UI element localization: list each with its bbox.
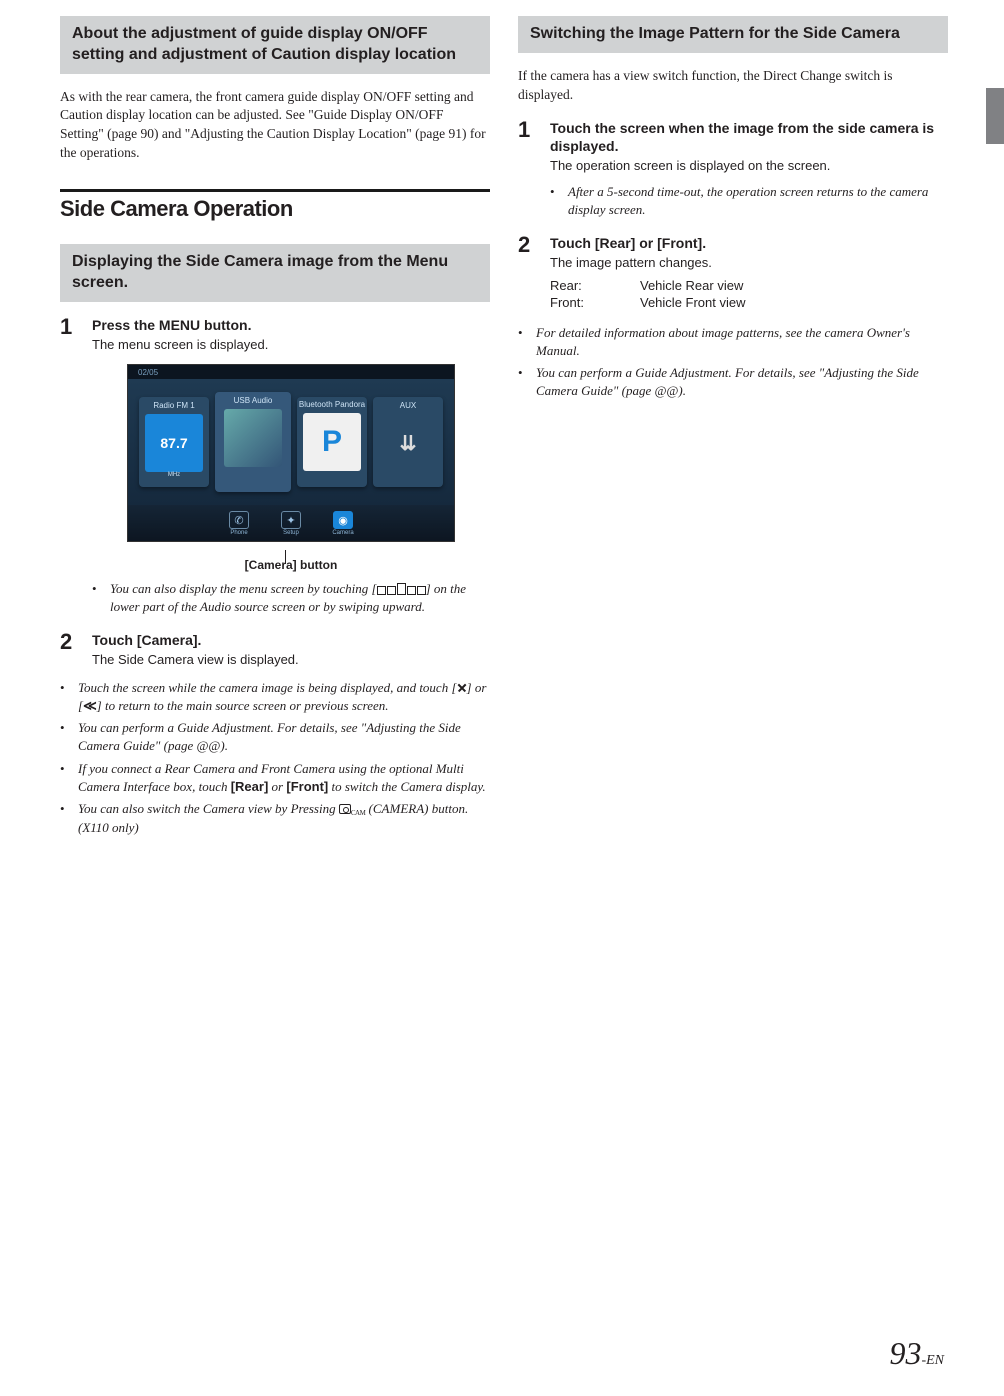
section-side-camera: Side Camera Operation [60,189,490,222]
heading-display-side-camera: Displaying the Side Camera image from th… [60,244,490,302]
right-step-1: 1 Touch the screen when the image from t… [518,119,948,220]
step-2: 2 Touch [Camera]. The Side Camera view i… [60,631,490,669]
right-step2-lead: Touch [Rear] or [Front]. [550,234,948,252]
section-title: Side Camera Operation [60,196,490,222]
close-icon [457,683,467,693]
bottom-icon-setup: ✦Setup [278,511,304,537]
bottom-icon-camera: ◉Camera [330,511,356,537]
def-row-rear: Rear: Vehicle Rear view [550,278,948,293]
menu-screenshot: 02/05 Radio FM 1 87.7 MHz USB Audio [127,364,455,542]
step-1-sub: The menu screen is displayed. [92,336,490,354]
right-bullet-1: • For detailed information about image p… [518,324,948,360]
step-2-sub: The Side Camera view is displayed. [92,651,490,669]
def-row-front: Front: Vehicle Front view [550,295,948,310]
back-icon: ≪ [83,697,97,715]
menu-screenshot-figure: 02/05 Radio FM 1 87.7 MHz USB Audio [92,364,490,542]
para-guide-adjustment: As with the rear camera, the front camer… [60,88,490,164]
step-1: 1 Press the MENU button. The menu screen… [60,316,490,617]
heading-switching-pattern: Switching the Image Pattern for the Side… [518,16,948,53]
tile-usb: USB Audio [215,392,291,492]
right-bullet-2: • You can perform a Guide Adjustment. Fo… [518,364,948,400]
definition-table: Rear: Vehicle Rear view Front: Vehicle F… [550,278,948,310]
callout-label: [Camera] button [92,558,490,572]
tile-aux: AUX ⇊ [373,397,443,487]
left-bullet-3: • If you connect a Rear Camera and Front… [60,760,490,796]
tile-radio: Radio FM 1 87.7 MHz [139,397,209,487]
page-number: 93-EN [889,1335,944,1372]
right-step1-lead: Touch the screen when the image from the… [550,119,948,155]
step-number: 2 [60,631,82,669]
step-number: 1 [60,316,82,617]
right-step1-sub: The operation screen is displayed on the… [550,157,948,175]
para-switching: If the camera has a view switch function… [518,67,948,105]
step-2-lead: Touch [Camera]. [92,631,490,649]
step-number: 1 [518,119,540,220]
step1-note: • You can also display the menu screen b… [92,580,490,616]
left-bullet-2: • You can perform a Guide Adjustment. Fo… [60,719,490,755]
right-step1-note: • After a 5-second time-out, the operati… [550,183,948,219]
camera-icon [339,804,351,814]
right-step2-sub: The image pattern changes. [550,254,948,272]
left-bullet-4: • You can also switch the Camera view by… [60,800,490,837]
track-indicator: 02/05 [138,368,158,377]
left-bullet-1: • Touch the screen while the camera imag… [60,679,490,715]
heading-guide-adjustment: About the adjustment of guide display ON… [60,16,490,74]
left-column: About the adjustment of guide display ON… [60,16,490,837]
step-number: 2 [518,234,540,310]
tile-bluetooth: Bluetooth Pandora P [297,397,367,487]
callout-line [285,550,286,564]
tiles-icon [377,586,426,595]
step-1-lead: Press the MENU button. [92,316,490,334]
bottom-icon-phone: ✆Phone [226,511,252,537]
right-step-2: 2 Touch [Rear] or [Front]. The image pat… [518,234,948,310]
page-tab [986,88,1004,144]
right-column: Switching the Image Pattern for the Side… [518,16,948,837]
